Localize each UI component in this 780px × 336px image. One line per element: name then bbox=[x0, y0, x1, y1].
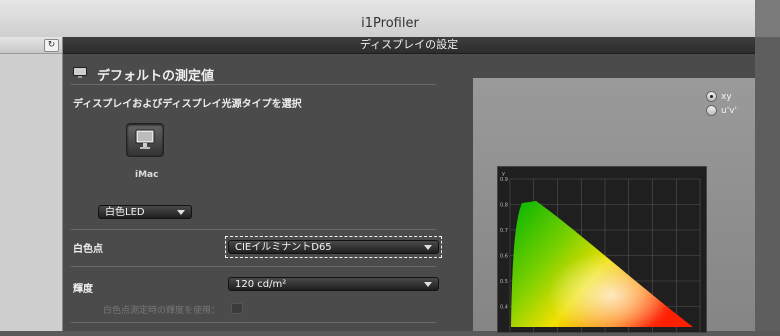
titlebar-right-edge bbox=[755, 0, 780, 37]
imac-device-tile[interactable] bbox=[126, 123, 164, 157]
chevron-down-icon bbox=[424, 282, 432, 287]
cie-chart-svg: y 0.90.80.70.60.50.4 bbox=[500, 171, 701, 332]
use-measured-luminance-checkbox[interactable] bbox=[231, 303, 243, 314]
chevron-down-icon bbox=[177, 210, 185, 215]
luminance-dropdown[interactable]: 120 cd/m² bbox=[228, 277, 439, 291]
radio-button-selected[interactable] bbox=[706, 91, 717, 102]
display-settings-panel: ディスプレイの設定 デフォルトの測定値 ディスプレイおよびディスプレイ光源タイプ… bbox=[63, 37, 755, 333]
refresh-icon[interactable]: ↻ bbox=[44, 39, 59, 52]
radio-xy-label: xy bbox=[721, 92, 732, 102]
luminance-label: 輝度 bbox=[73, 284, 93, 295]
use-measured-luminance-label: 白色点測定時の輝度を使用： bbox=[103, 306, 221, 316]
radio-uv-label: u'v' bbox=[721, 106, 737, 116]
y-tick-label: 0.8 bbox=[500, 203, 508, 209]
y-tick-label: 0.7 bbox=[500, 228, 508, 234]
sidebar-toolbar: ↻ bbox=[0, 37, 62, 54]
radio-xy[interactable]: xy bbox=[706, 91, 732, 102]
monitor-icon bbox=[135, 129, 155, 149]
y-tick-label: 0.5 bbox=[500, 279, 508, 285]
window-title: i1Profiler bbox=[361, 16, 419, 31]
divider bbox=[71, 229, 436, 230]
right-gutter bbox=[755, 37, 780, 331]
select-prompt: ディスプレイおよびディスプレイ光源タイプを選択 bbox=[73, 99, 302, 110]
left-sidebar: ↻ bbox=[0, 37, 63, 331]
radio-button[interactable] bbox=[706, 105, 717, 116]
divider bbox=[71, 84, 436, 85]
cie-chart: y 0.9 0.8 0.7 0.6 0.5 0.4 bbox=[497, 166, 707, 333]
display-type-value: 白色LED bbox=[105, 207, 145, 218]
y-tick-label: 0.4 bbox=[500, 305, 508, 311]
section-title: デフォルトの測定値 bbox=[97, 69, 215, 84]
divider bbox=[71, 266, 436, 267]
display-icon bbox=[73, 67, 87, 78]
white-point-value: CIEイルミナントD65 bbox=[235, 242, 332, 253]
radio-uv[interactable]: u'v' bbox=[706, 105, 737, 116]
divider bbox=[71, 322, 436, 323]
chevron-down-icon bbox=[424, 245, 432, 250]
y-tick-label: 0.6 bbox=[500, 254, 508, 260]
white-point-dropdown[interactable]: CIEイルミナントD65 bbox=[228, 240, 439, 254]
chromaticity-panel: xy u'v' y 0.9 0.8 0.7 0.6 0.5 0.4 bbox=[473, 78, 755, 333]
display-type-dropdown[interactable]: 白色LED bbox=[98, 205, 192, 219]
device-name: iMac bbox=[135, 170, 159, 180]
luminance-value: 120 cd/m² bbox=[235, 279, 287, 290]
window-titlebar: i1Profiler bbox=[0, 0, 780, 38]
panel-header: ディスプレイの設定 bbox=[63, 37, 755, 54]
y-tick-label: 0.9 bbox=[500, 177, 508, 183]
white-point-label: 白色点 bbox=[73, 244, 103, 255]
